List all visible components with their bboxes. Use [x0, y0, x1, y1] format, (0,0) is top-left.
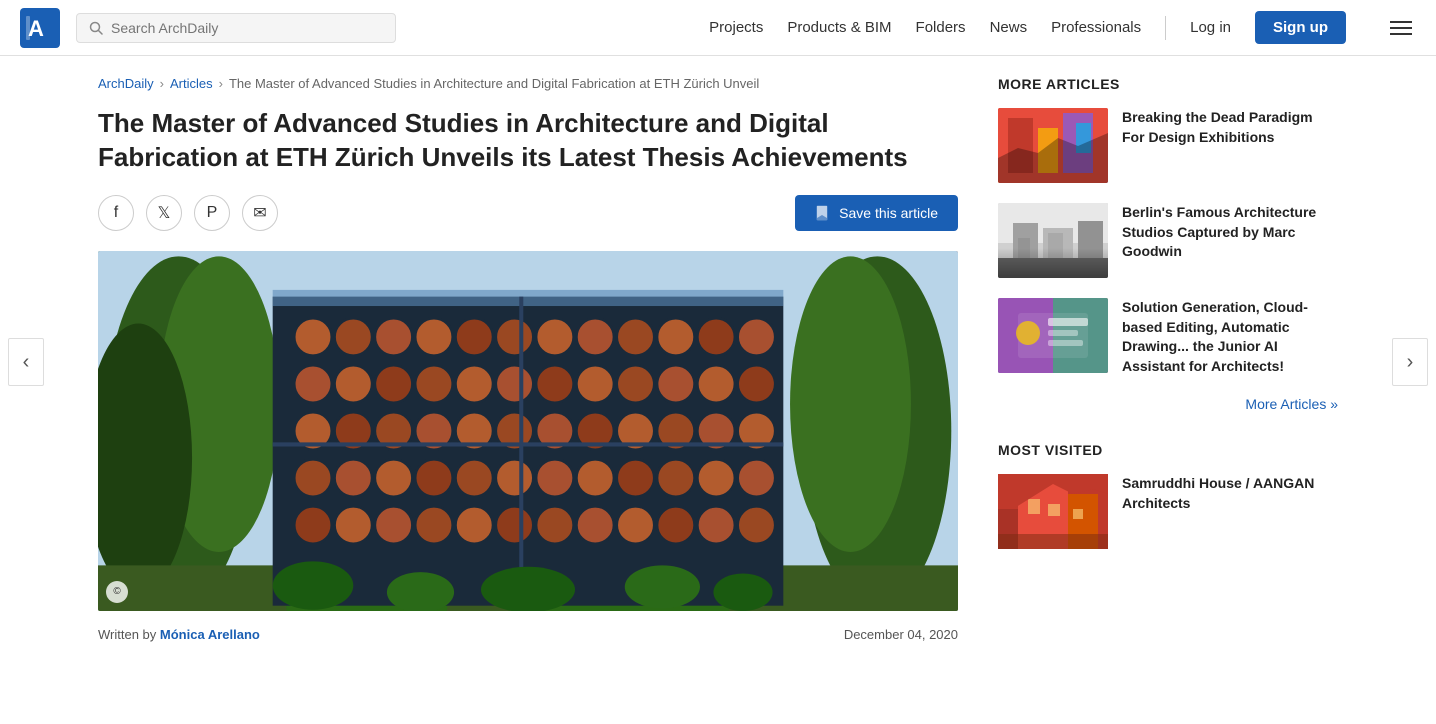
breadcrumb-section[interactable]: Articles [170, 76, 213, 91]
article-title: The Master of Advanced Studies in Archit… [98, 107, 958, 175]
breadcrumb-sep-2: › [219, 76, 223, 91]
share-email-button[interactable]: ✉ [242, 195, 278, 231]
article-author: Written by Mónica Arellano [98, 627, 260, 642]
twitter-icon: 𝕏 [158, 203, 171, 223]
nav-divider [1165, 16, 1166, 40]
nav-folders[interactable]: Folders [916, 19, 966, 36]
sidebar-article-3-image [998, 298, 1108, 373]
nav-products[interactable]: Products & BIM [787, 19, 891, 36]
hamburger-line-3 [1390, 33, 1412, 35]
prev-arrow[interactable]: ‹ [8, 338, 44, 386]
site-header: A Projects Products & BIM Folders News P… [0, 0, 1436, 56]
article-main-image: © [98, 251, 958, 611]
more-articles-title: MORE ARTICLES [998, 76, 1338, 92]
sidebar-article-2-title[interactable]: Berlin's Famous Architecture Studios Cap… [1122, 203, 1338, 262]
sidebar-article-1-image [998, 108, 1108, 183]
next-arrow[interactable]: › [1392, 338, 1428, 386]
article-actions: f 𝕏 P ✉ Save this article [98, 195, 958, 231]
most-visited-card-1-title[interactable]: Samruddhi House / AANGAN Architects [1122, 474, 1338, 513]
sidebar-article-2-text: Berlin's Famous Architecture Studios Cap… [1122, 203, 1338, 262]
main-nav: Projects Products & BIM Folders News Pro… [709, 11, 1416, 44]
facebook-icon: f [114, 204, 118, 222]
pinterest-icon: P [207, 204, 218, 222]
written-by-label: Written by [98, 627, 156, 642]
share-twitter-button[interactable]: 𝕏 [146, 195, 182, 231]
share-pinterest-button[interactable]: P [194, 195, 230, 231]
social-share-group: f 𝕏 P ✉ [98, 195, 278, 231]
hamburger-line-2 [1390, 27, 1412, 29]
article-image-wrap: © [98, 251, 958, 611]
login-button[interactable]: Log in [1190, 19, 1231, 36]
signup-button[interactable]: Sign up [1255, 11, 1346, 44]
most-visited-card-1-text: Samruddhi House / AANGAN Architects [1122, 474, 1338, 513]
logo[interactable]: A [20, 8, 60, 48]
search-input[interactable] [111, 20, 383, 36]
nav-projects[interactable]: Projects [709, 19, 763, 36]
hamburger-line-1 [1390, 21, 1412, 23]
sidebar: MORE ARTICLES Breaking the Dead Paradigm… [998, 76, 1338, 642]
email-icon: ✉ [253, 203, 266, 223]
nav-news[interactable]: News [990, 19, 1028, 36]
article-meta: Written by Mónica Arellano December 04, … [98, 627, 958, 642]
sidebar-article-1[interactable]: Breaking the Dead Paradigm For Design Ex… [998, 108, 1338, 183]
breadcrumb-home[interactable]: ArchDaily [98, 76, 154, 91]
bookmark-icon [815, 205, 831, 221]
sidebar-article-2-image [998, 203, 1108, 278]
save-article-button[interactable]: Save this article [795, 195, 958, 231]
left-arrow-icon: ‹ [23, 351, 30, 374]
hamburger-menu[interactable] [1386, 17, 1416, 39]
nav-professionals[interactable]: Professionals [1051, 19, 1141, 36]
sidebar-article-3-text: Solution Generation, Cloud-based Editing… [1122, 298, 1338, 376]
share-facebook-button[interactable]: f [98, 195, 134, 231]
save-article-label: Save this article [839, 205, 938, 221]
breadcrumb-current: The Master of Advanced Studies in Archit… [229, 76, 759, 91]
svg-text:A: A [28, 16, 44, 41]
right-arrow-icon: › [1407, 351, 1414, 374]
main-container: ArchDaily › Articles › The Master of Adv… [78, 56, 1358, 642]
breadcrumb-sep-1: › [160, 76, 164, 91]
sidebar-article-1-text: Breaking the Dead Paradigm For Design Ex… [1122, 108, 1338, 147]
most-visited-card-1[interactable]: Samruddhi House / AANGAN Architects [998, 474, 1338, 549]
author-name[interactable]: Mónica Arellano [160, 627, 260, 642]
most-visited-card-1-image [998, 474, 1108, 549]
sidebar-article-2[interactable]: Berlin's Famous Architecture Studios Cap… [998, 203, 1338, 278]
more-articles-link[interactable]: More Articles » [998, 396, 1338, 412]
sidebar-article-1-title[interactable]: Breaking the Dead Paradigm For Design Ex… [1122, 108, 1338, 147]
copyright-badge: © [106, 581, 128, 603]
search-icon [89, 21, 103, 35]
sidebar-article-3[interactable]: Solution Generation, Cloud-based Editing… [998, 298, 1338, 376]
sidebar-article-3-title[interactable]: Solution Generation, Cloud-based Editing… [1122, 298, 1338, 376]
article-date: December 04, 2020 [844, 627, 958, 642]
breadcrumb: ArchDaily › Articles › The Master of Adv… [98, 76, 958, 91]
article-content: ArchDaily › Articles › The Master of Adv… [98, 76, 958, 642]
most-visited-title: MOST VISITED [998, 442, 1338, 458]
search-bar[interactable] [76, 13, 396, 43]
